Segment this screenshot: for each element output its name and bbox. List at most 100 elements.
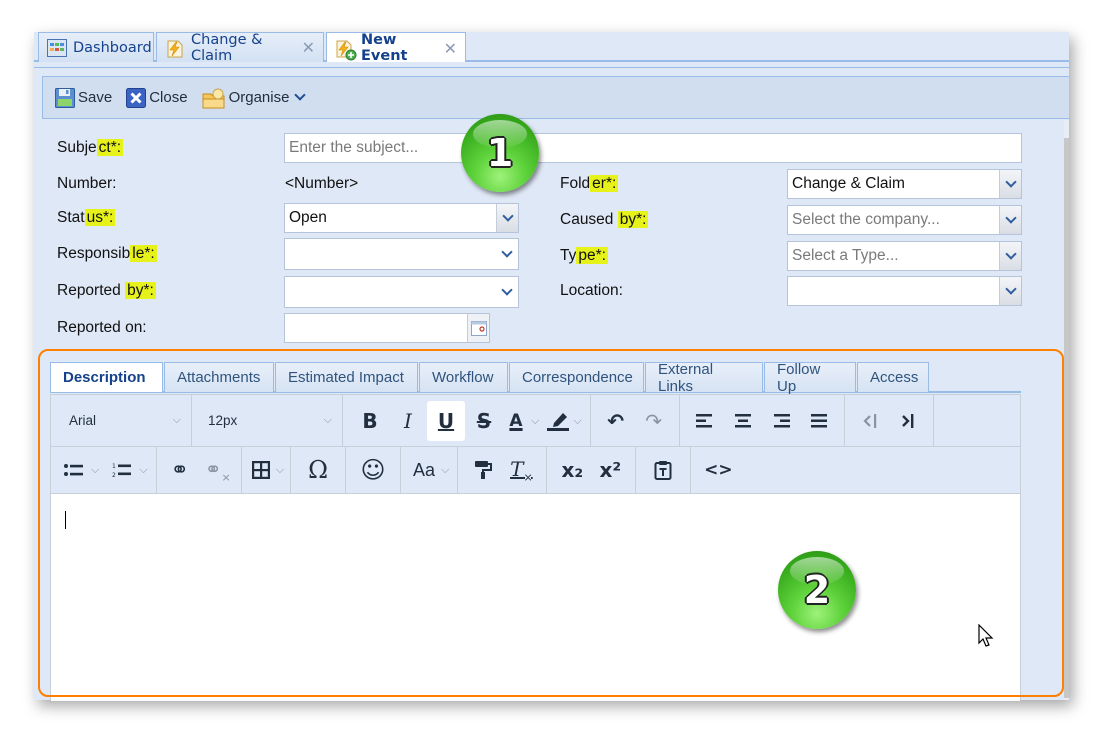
align-left-button[interactable] bbox=[686, 401, 724, 441]
close-label: Close bbox=[149, 89, 188, 106]
bold-icon: B bbox=[362, 408, 378, 433]
emoticons-button[interactable]: ☺ bbox=[354, 450, 392, 490]
tab-workflow[interactable]: Workflow bbox=[419, 362, 508, 392]
text-color-button[interactable]: A bbox=[503, 401, 529, 441]
tab-external-links[interactable]: External Links bbox=[645, 361, 763, 395]
chevron-down-icon bbox=[294, 89, 307, 101]
location-select[interactable] bbox=[787, 276, 1022, 306]
superscript-button[interactable]: x² bbox=[591, 450, 629, 490]
align-center-button[interactable] bbox=[724, 401, 762, 441]
insert-link-button[interactable]: ⚭ bbox=[161, 450, 199, 490]
subject-input[interactable]: Enter the subject... bbox=[284, 133, 1022, 163]
special-character-button[interactable]: Ω bbox=[299, 450, 337, 490]
align-right-icon bbox=[773, 413, 790, 427]
editor-content-area[interactable] bbox=[51, 495, 1020, 701]
chevron-down-icon[interactable]: ⌵ bbox=[276, 463, 284, 477]
justify-button[interactable] bbox=[800, 401, 838, 441]
tab-dashboard[interactable]: Dashboard bbox=[38, 32, 154, 62]
numbered-list-icon: 12 bbox=[112, 463, 132, 478]
chevron-down-icon[interactable]: ⌵ bbox=[91, 463, 99, 477]
subject-label: Subje ct*: bbox=[57, 139, 124, 156]
font-family-select[interactable]: Arial ⌵ bbox=[51, 395, 192, 446]
alignment-group bbox=[680, 395, 845, 446]
folder-select[interactable]: Change & Claim bbox=[787, 169, 1022, 199]
reported-by-dropdown-trigger[interactable] bbox=[496, 277, 518, 307]
align-right-button[interactable] bbox=[762, 401, 800, 441]
strikethrough-button[interactable]: S bbox=[465, 401, 503, 441]
undo-button[interactable]: ↶ bbox=[597, 401, 635, 441]
caused-by-select[interactable]: Select the company... bbox=[787, 205, 1022, 235]
strikethrough-icon: S bbox=[476, 408, 492, 433]
organise-menu-button[interactable]: Organise bbox=[202, 88, 307, 108]
chevron-down-icon bbox=[1004, 176, 1017, 188]
date-picker-trigger[interactable] bbox=[467, 314, 489, 342]
tab-access[interactable]: Access bbox=[857, 362, 929, 392]
vertical-scrollbar[interactable] bbox=[1064, 120, 1069, 700]
outdent-button[interactable] bbox=[851, 401, 889, 441]
numbered-list-button[interactable]: 12 bbox=[107, 450, 137, 490]
type-dropdown-trigger[interactable] bbox=[999, 242, 1021, 270]
code-group: <> bbox=[691, 447, 745, 493]
responsible-dropdown-trigger[interactable] bbox=[496, 239, 518, 269]
tab-follow-up[interactable]: Follow Up bbox=[764, 361, 856, 395]
folder-dropdown-trigger[interactable] bbox=[999, 170, 1021, 198]
mouse-pointer-icon bbox=[978, 623, 994, 652]
bullet-list-button[interactable] bbox=[59, 450, 89, 490]
align-center-icon bbox=[734, 413, 751, 427]
underline-button[interactable]: U bbox=[427, 400, 465, 441]
caused-by-dropdown-trigger[interactable] bbox=[999, 206, 1021, 234]
number-value: <Number> bbox=[285, 175, 359, 192]
tab-description[interactable]: Description bbox=[50, 362, 163, 392]
chevron-down-icon[interactable]: ⌵ bbox=[531, 414, 539, 428]
clear-formatting-button[interactable]: T× bbox=[502, 450, 540, 490]
tab-change-claim[interactable]: Change & Claim ✕ bbox=[156, 32, 324, 64]
indent-button[interactable] bbox=[889, 401, 927, 441]
highlight-color-button[interactable] bbox=[545, 401, 571, 441]
table-group: ⌵ bbox=[242, 447, 292, 493]
paste-as-text-button[interactable] bbox=[644, 450, 682, 490]
format-painter-button[interactable] bbox=[464, 450, 502, 490]
close-tab-icon[interactable]: ✕ bbox=[302, 38, 315, 57]
remove-link-button[interactable]: ⚭× bbox=[199, 450, 237, 490]
chevron-down-icon bbox=[1004, 248, 1017, 260]
step-badge-2: 2 bbox=[778, 551, 856, 629]
chevron-down-icon[interactable]: ⌵ bbox=[441, 463, 449, 477]
link-icon: ⚭ bbox=[170, 457, 189, 483]
tab-new-event[interactable]: New Event ✕ bbox=[326, 32, 466, 64]
folder-label: Fold er*: bbox=[560, 175, 619, 192]
close-button[interactable]: Close bbox=[126, 87, 188, 108]
chevron-down-icon[interactable]: ⌵ bbox=[139, 463, 147, 477]
location-dropdown-trigger[interactable] bbox=[999, 277, 1021, 305]
underline-icon: U bbox=[437, 408, 455, 433]
status-dropdown-trigger[interactable] bbox=[496, 204, 518, 232]
tab-label: New Event bbox=[361, 32, 408, 64]
editor-toolbar-row-1: Arial ⌵ 12px ⌵ B I U S A ⌵ ⌵ ↶ ↷ bbox=[51, 395, 1020, 447]
tab-estimated-impact[interactable]: Estimated Impact bbox=[275, 362, 418, 392]
tab-attachments[interactable]: Attachments bbox=[164, 362, 274, 392]
insert-table-button[interactable] bbox=[248, 450, 274, 490]
save-button[interactable]: Save bbox=[55, 87, 113, 108]
bold-button[interactable]: B bbox=[351, 401, 389, 441]
font-case-button[interactable]: Aa bbox=[409, 450, 439, 490]
responsible-select[interactable] bbox=[284, 238, 519, 270]
reported-on-date-field[interactable] bbox=[284, 313, 490, 343]
save-label: Save bbox=[78, 89, 113, 106]
responsible-label: Responsib le*: bbox=[57, 245, 157, 262]
font-size-select[interactable]: 12px ⌵ bbox=[192, 395, 343, 446]
type-select[interactable]: Select a Type... bbox=[787, 241, 1022, 271]
subscript-button[interactable]: x₂ bbox=[553, 450, 591, 490]
chevron-down-icon bbox=[501, 246, 513, 258]
italic-button[interactable]: I bbox=[389, 401, 427, 441]
calendar-icon bbox=[470, 321, 487, 336]
redo-button[interactable]: ↷ bbox=[635, 401, 673, 441]
close-tab-icon[interactable]: ✕ bbox=[444, 39, 457, 58]
reported-by-select[interactable] bbox=[284, 276, 519, 308]
caused-by-label: Caused by*: bbox=[560, 211, 649, 228]
chevron-down-icon[interactable]: ⌵ bbox=[573, 414, 581, 428]
tab-correspondence[interactable]: Correspondence bbox=[509, 362, 644, 392]
scrollbar-thumb[interactable] bbox=[1064, 138, 1069, 698]
text-format-group: B I U S A ⌵ ⌵ bbox=[343, 395, 591, 446]
status-select[interactable]: Open bbox=[284, 203, 519, 233]
tab-label: Change & Claim bbox=[191, 32, 263, 64]
source-code-button[interactable]: <> bbox=[699, 450, 737, 490]
